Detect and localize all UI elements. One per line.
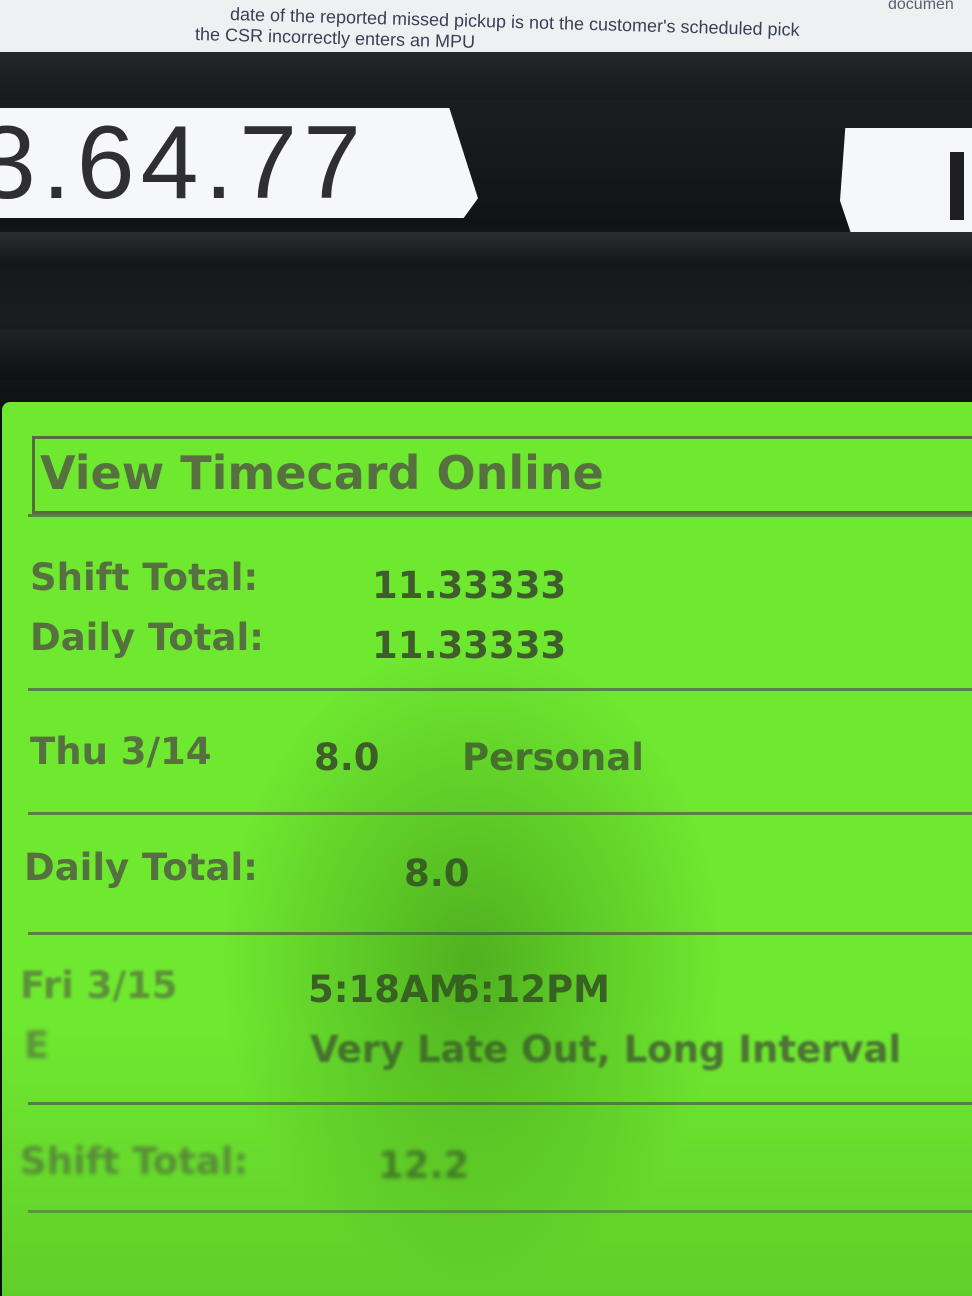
shift-total-value: 11.33333 bbox=[372, 564, 567, 607]
paper-text-fragment: documen bbox=[888, 0, 954, 13]
screen-title: View Timecard Online bbox=[40, 446, 604, 500]
section-divider-1 bbox=[28, 688, 972, 691]
shift-total-fri-label: Shift Total: bbox=[20, 1140, 249, 1183]
shift-total-label: Shift Total: bbox=[30, 556, 259, 599]
shift-total-fri-value: 12.2 bbox=[378, 1144, 470, 1187]
section-divider-2 bbox=[28, 812, 972, 815]
daily-total-thu-value: 8.0 bbox=[404, 852, 470, 895]
section-divider-3 bbox=[28, 932, 972, 935]
device-bezel-ridge bbox=[0, 232, 972, 262]
entry-code-fri: E bbox=[24, 1024, 50, 1067]
daily-total-label: Daily Total: bbox=[30, 616, 264, 659]
entry-day-thu[interactable]: Thu 3/14 bbox=[30, 730, 212, 773]
daily-total-thu-label: Daily Total: bbox=[24, 846, 258, 889]
device-label-number: 3.64.77 bbox=[0, 105, 367, 221]
timecard-screen: View Timecard Online Shift Total: 11.333… bbox=[2, 402, 972, 1296]
device-label-right-mark bbox=[950, 152, 964, 220]
entry-day-fri[interactable]: Fri 3/15 bbox=[20, 964, 177, 1007]
entry-time-in-fri: 5:18AM bbox=[308, 968, 466, 1011]
section-divider-4 bbox=[28, 1102, 972, 1105]
device-bezel-lip bbox=[0, 330, 972, 380]
entry-exception-fri: Very Late Out, Long Interval bbox=[310, 1028, 902, 1071]
entry-type-thu: Personal bbox=[462, 736, 644, 779]
entry-time-out-fri: 6:12PM bbox=[454, 968, 610, 1011]
entry-hours-thu: 8.0 bbox=[314, 736, 380, 779]
section-divider-5 bbox=[28, 1210, 972, 1213]
title-divider bbox=[28, 514, 972, 517]
daily-total-value: 11.33333 bbox=[372, 624, 567, 667]
